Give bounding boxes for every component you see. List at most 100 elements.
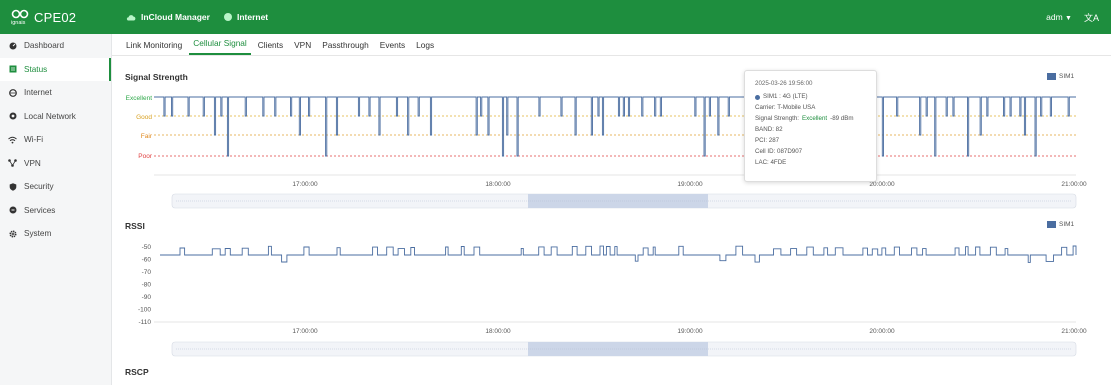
sidebar-item-wifi[interactable]: Wi-Fi — [0, 128, 111, 152]
rssi-tick-100: -100 — [138, 307, 151, 314]
sidebar-item-security[interactable]: Security — [0, 175, 111, 199]
tooltip-signal-value: -89 dBm — [830, 115, 854, 123]
legend-label: SIM1 — [1059, 221, 1075, 228]
series-dot-icon — [755, 95, 760, 100]
sidebar-item-label: Local Network — [24, 111, 76, 121]
tab-clients[interactable]: Clients — [254, 40, 287, 55]
rssi-tick-50: -50 — [142, 244, 152, 251]
sidebar-item-label: Wi-Fi — [24, 135, 44, 145]
level-good-label: Good — [136, 114, 152, 121]
sidebar-item-services[interactable]: Services — [0, 199, 111, 223]
sidebar: Dashboard Status Internet Local Network … — [0, 34, 112, 385]
sidebar-item-system[interactable]: System — [0, 222, 111, 246]
logo-icon: ignais — [11, 9, 29, 25]
rssi-zoom-slider[interactable] — [171, 341, 1077, 357]
translate-icon[interactable]: 文A — [1084, 11, 1099, 24]
tooltip-sim: SIM1 : 4G (LTE) — [763, 93, 808, 101]
rssi-series-line — [160, 245, 1077, 263]
services-icon — [8, 206, 17, 215]
internet-status-dot-icon — [223, 13, 232, 21]
status-icon — [8, 65, 17, 74]
signal-time-ticks: 17:00:00 18:00:00 19:00:00 20:00:00 21:0… — [292, 181, 1087, 188]
tooltip-band: BAND: 82 — [755, 126, 783, 134]
rssi-tick-1800: 18:00:00 — [485, 328, 511, 335]
rssi-tick-2100: 21:00:00 — [1061, 328, 1087, 335]
rssi-tick-90: -90 — [142, 294, 152, 301]
tooltip-lac: LAC: 4FDE — [755, 159, 787, 167]
signal-strength-title: Signal Strength — [125, 72, 188, 82]
rssi-y-ticks: -50 -60 -70 -80 -90 -100 -110 — [138, 244, 151, 326]
tab-vpn[interactable]: VPN — [290, 40, 315, 55]
tooltip-carrier: Carrier: T-Mobile USA — [755, 104, 816, 112]
tab-events[interactable]: Events — [376, 40, 409, 55]
sidebar-item-label: System — [24, 229, 52, 239]
signal-tick-1800: 18:00:00 — [485, 181, 511, 188]
internet-label: Internet — [236, 12, 269, 22]
tab-link-monitoring[interactable]: Link Monitoring — [122, 40, 186, 55]
tooltip-signal-level: Excellent — [802, 115, 828, 123]
device-name: CPE02 — [34, 9, 77, 25]
sidebar-item-status[interactable]: Status — [0, 57, 111, 81]
rscp-title: RSCP — [125, 367, 149, 377]
tooltip-sim-row: SIM1 : 4G (LTE) — [755, 92, 866, 103]
rssi-chart[interactable]: -50 -60 -70 -80 -90 -100 -110 17:00:00 1… — [112, 238, 1111, 360]
level-fair-label: Fair — [141, 133, 153, 140]
brand-logo[interactable]: ignais CPE02 — [0, 0, 112, 34]
rssi-tick-2000: 20:00:00 — [869, 328, 895, 335]
signal-tick-2000: 20:00:00 — [869, 181, 895, 188]
tooltip-signal-prefix: Signal Strength: — [755, 115, 800, 123]
logo-small-text: ignais — [11, 20, 26, 25]
incloud-label: InCloud Manager — [141, 12, 210, 22]
tooltip-pci: PCI: 287 — [755, 137, 780, 145]
incloud-status[interactable]: InCloud Manager — [126, 12, 210, 22]
sidebar-item-label: VPN — [24, 158, 41, 168]
network-icon — [8, 112, 17, 121]
level-poor-label: Poor — [138, 153, 153, 160]
legend-label: SIM1 — [1059, 73, 1075, 80]
tab-passthrough[interactable]: Passthrough — [318, 40, 373, 55]
tooltip-datetime: 2025-03-26 19:56:00 — [755, 80, 813, 88]
legend-swatch — [1047, 221, 1056, 228]
sidebar-item-local-network[interactable]: Local Network — [0, 105, 111, 129]
sidebar-item-label: Security — [24, 182, 54, 192]
signal-zoom-slider[interactable] — [171, 193, 1077, 209]
signal-tick-1700: 17:00:00 — [292, 181, 318, 188]
signal-tick-2100: 21:00:00 — [1061, 181, 1087, 188]
wifi-icon — [8, 135, 17, 144]
tab-logs[interactable]: Logs — [412, 40, 438, 55]
rssi-tick-70: -70 — [142, 269, 152, 276]
rssi-tick-1700: 17:00:00 — [292, 328, 318, 335]
tab-cellular-signal[interactable]: Cellular Signal — [189, 38, 251, 55]
rssi-tick-60: -60 — [142, 257, 152, 264]
chart-tooltip: 2025-03-26 19:56:00 SIM1 : 4G (LTE) Carr… — [744, 70, 877, 182]
sidebar-item-label: Status — [24, 64, 48, 74]
user-name: adm — [1046, 12, 1063, 22]
chevron-down-icon: ▼ — [1065, 15, 1072, 22]
signal-level-labels: Excellent Good Fair Poor — [126, 95, 153, 160]
signal-legend[interactable]: SIM1 — [1047, 73, 1074, 80]
dashboard-icon — [8, 41, 17, 50]
sidebar-item-label: Dashboard — [24, 41, 65, 51]
rssi-legend[interactable]: SIM1 — [1047, 221, 1074, 228]
rssi-tick-80: -80 — [142, 282, 152, 289]
tab-bar: Link Monitoring Cellular Signal Clients … — [112, 34, 1111, 56]
cloud-icon — [126, 14, 136, 20]
rssi-time-ticks: 17:00:00 18:00:00 19:00:00 20:00:00 21:0… — [292, 328, 1087, 335]
vpn-icon — [8, 159, 17, 168]
signal-series-line — [154, 96, 1076, 157]
rssi-tick-110: -110 — [138, 319, 151, 326]
signal-strength-chart[interactable]: Excellent Good Fair Poor 17:00:00 18:00:… — [112, 85, 1111, 215]
signal-tick-1900: 19:00:00 — [677, 181, 703, 188]
level-excellent-label: Excellent — [126, 95, 153, 102]
user-menu[interactable]: adm ▼ — [1046, 12, 1072, 22]
top-bar: ignais CPE02 InCloud Manager Internet ad… — [0, 0, 1111, 34]
internet-status[interactable]: Internet — [223, 12, 269, 22]
rssi-tick-1900: 19:00:00 — [677, 328, 703, 335]
sidebar-item-label: Internet — [24, 88, 52, 98]
sidebar-item-vpn[interactable]: VPN — [0, 152, 111, 176]
sidebar-item-internet[interactable]: Internet — [0, 81, 111, 105]
sidebar-item-dashboard[interactable]: Dashboard — [0, 34, 111, 58]
shield-icon — [8, 182, 17, 191]
globe-icon — [8, 88, 17, 97]
legend-swatch — [1047, 73, 1056, 80]
